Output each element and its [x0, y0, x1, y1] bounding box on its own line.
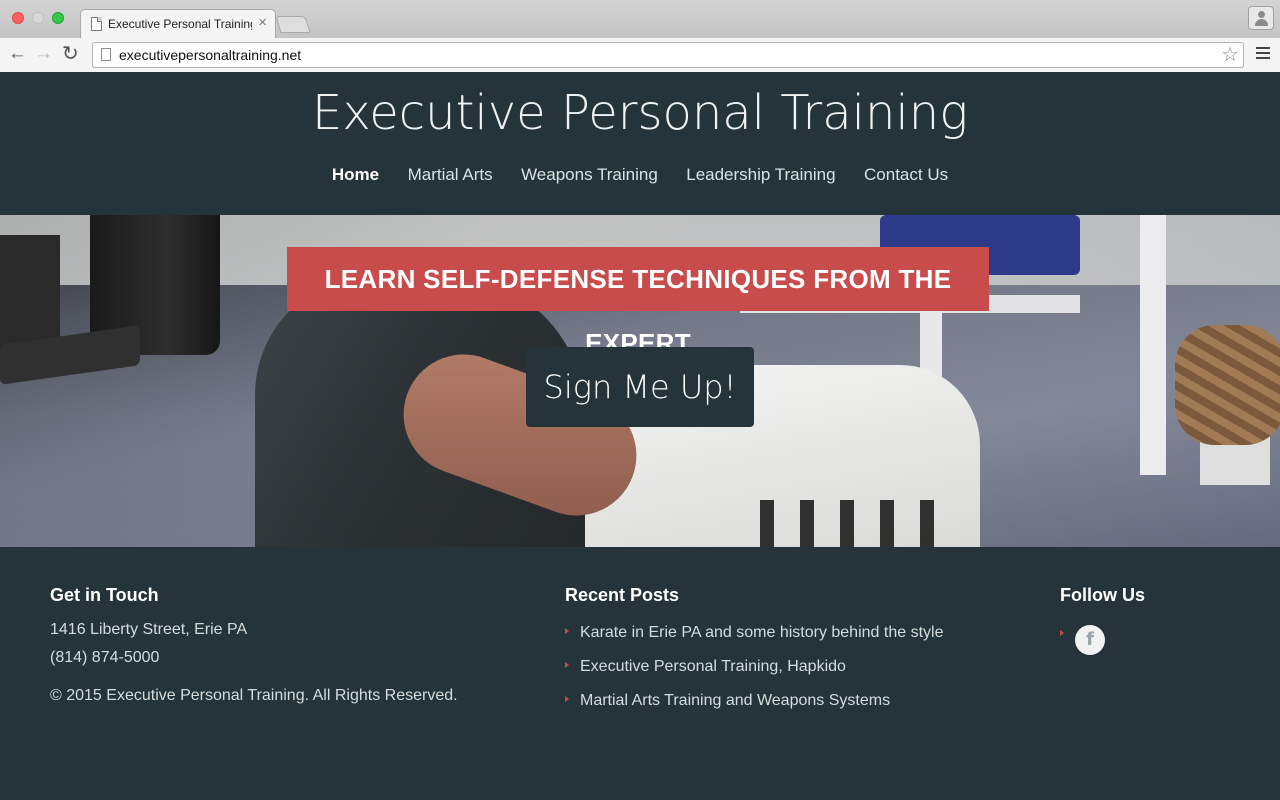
- site-title[interactable]: Executive Personal Training: [0, 85, 1280, 141]
- tab-title: Executive Personal Training: [108, 17, 252, 31]
- tab-strip: Executive Personal Training ×: [0, 0, 1280, 38]
- hero-gym-frame: [1140, 215, 1166, 475]
- bullet-icon: [565, 661, 569, 668]
- follow-us-heading: Follow Us: [1060, 585, 1145, 605]
- forward-button[interactable]: →: [34, 42, 53, 66]
- nav-leadership-training[interactable]: Leadership Training: [686, 165, 835, 185]
- new-tab-button[interactable]: [275, 16, 311, 33]
- back-button[interactable]: ←: [8, 42, 27, 66]
- hero-uniform-lettering: [760, 500, 950, 547]
- browser-chrome: Executive Personal Training × ← → ↻ exec…: [0, 0, 1280, 72]
- bullet-icon: [1060, 630, 1064, 636]
- sign-me-up-button[interactable]: Sign Me Up!: [526, 347, 754, 427]
- address-bar[interactable]: executivepersonaltraining.net ☆: [92, 42, 1244, 68]
- recent-posts-heading: Recent Posts: [565, 585, 680, 605]
- close-window-button[interactable]: [12, 12, 24, 24]
- url-text[interactable]: executivepersonaltraining.net: [119, 47, 301, 63]
- phone-text: (814) 874-5000: [50, 649, 160, 666]
- nav-contact-us[interactable]: Contact Us: [864, 165, 948, 185]
- page-icon: [101, 48, 111, 61]
- browser-menu-icon[interactable]: [1256, 47, 1270, 59]
- nav-weapons-training[interactable]: Weapons Training: [521, 165, 658, 185]
- reload-button[interactable]: ↻: [62, 42, 79, 66]
- bullet-icon: [565, 627, 569, 634]
- bookmark-star-icon[interactable]: ☆: [1221, 43, 1239, 67]
- page-icon: [91, 17, 102, 31]
- recent-post-link[interactable]: Executive Personal Training, Hapkido: [565, 658, 846, 676]
- main-nav: Home Martial Arts Weapons Training Leade…: [0, 165, 1280, 185]
- hero-image: LEARN SELF-DEFENSE TECHNIQUES FROM THE E…: [0, 215, 1280, 547]
- get-in-touch-heading: Get in Touch: [50, 585, 159, 605]
- bullet-icon: [565, 695, 569, 702]
- recent-post-link[interactable]: Martial Arts Training and Weapons System…: [565, 692, 890, 710]
- browser-toolbar: ← → ↻ executivepersonaltraining.net ☆: [0, 38, 1280, 72]
- copyright-text: © 2015 Executive Personal Training. All …: [50, 687, 458, 704]
- nav-martial-arts[interactable]: Martial Arts: [408, 165, 493, 185]
- browser-tab[interactable]: Executive Personal Training ×: [80, 9, 276, 38]
- hero-rope: [1175, 325, 1280, 445]
- minimize-window-button[interactable]: [32, 12, 44, 24]
- tab-close-button[interactable]: ×: [258, 14, 267, 31]
- recent-post-link[interactable]: Karate in Erie PA and some history behin…: [565, 624, 943, 642]
- facebook-icon[interactable]: f: [1075, 625, 1105, 655]
- nav-home[interactable]: Home: [332, 165, 379, 185]
- zoom-window-button[interactable]: [52, 12, 64, 24]
- hero-headline: LEARN SELF-DEFENSE TECHNIQUES FROM THE E…: [287, 247, 989, 358]
- profile-icon[interactable]: [1248, 6, 1274, 30]
- address-text: 1416 Liberty Street, Erie PA: [50, 621, 248, 638]
- site-header: Executive Personal Training Home Martial…: [0, 72, 1280, 215]
- footer: Get in Touch 1416 Liberty Street, Erie P…: [0, 547, 1280, 800]
